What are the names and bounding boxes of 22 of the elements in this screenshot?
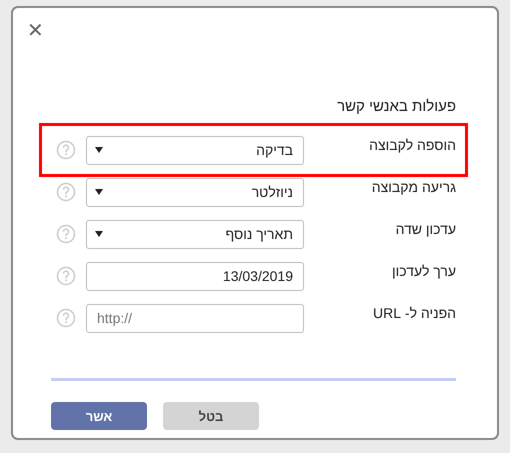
dropdown[interactable]: בדיקה: [86, 136, 304, 164]
input-field[interactable]: 13/03/2019: [86, 262, 304, 290]
cancel-button[interactable]: בטל: [163, 402, 259, 430]
field-label: הוספה לקבוצה: [368, 136, 456, 153]
field-label: ערך לעדכון: [391, 262, 456, 279]
dialog-title: פעולות באנשי קשר: [336, 98, 456, 115]
confirm-button[interactable]: אשר: [51, 402, 147, 430]
help-icon[interactable]: [56, 308, 76, 328]
dropdown[interactable]: ניוזלטר: [86, 178, 304, 206]
url-field[interactable]: http://: [86, 304, 304, 332]
field-label: הפניה ל- URL: [372, 304, 456, 321]
close-button[interactable]: ✕: [23, 18, 48, 42]
field-label: עדכון שדה: [394, 220, 456, 237]
field-label: גריעה מקבוצה: [370, 178, 456, 195]
help-icon[interactable]: [56, 140, 76, 160]
help-icon[interactable]: [56, 182, 76, 202]
caret-icon: [95, 231, 103, 237]
dropdown[interactable]: תאריך נוסף: [86, 220, 304, 248]
caret-icon: [95, 189, 103, 195]
help-icon[interactable]: [56, 266, 76, 286]
caret-icon: [95, 147, 103, 153]
help-icon[interactable]: [56, 224, 76, 244]
